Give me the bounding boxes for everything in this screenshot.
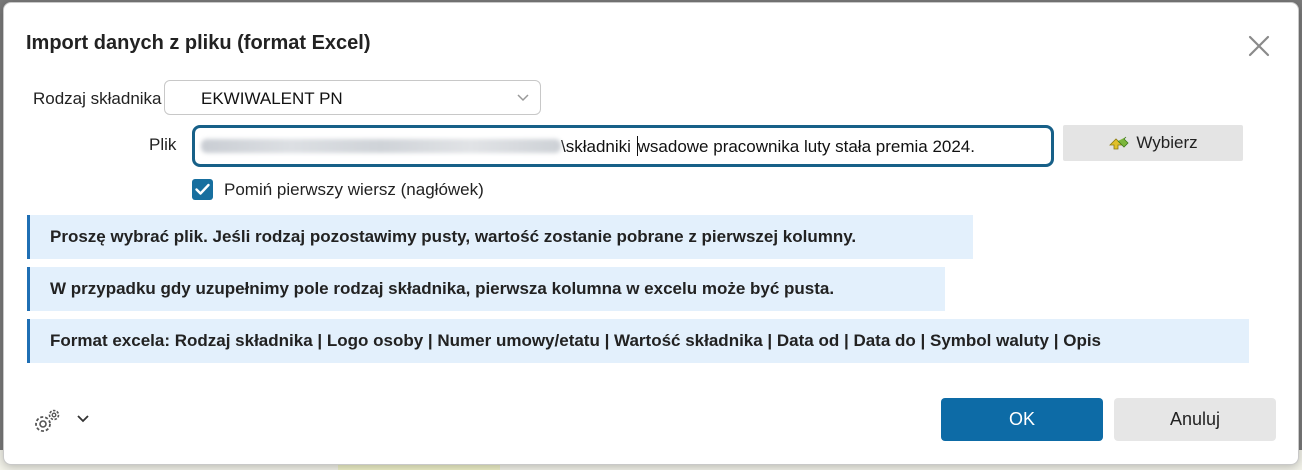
cancel-button[interactable]: Anuluj xyxy=(1114,398,1276,441)
chevron-down-icon[interactable] xyxy=(76,413,90,423)
info-message: Proszę wybrać plik. Jeśli rodzaj pozosta… xyxy=(27,215,973,259)
select-file-button[interactable]: Wybierz xyxy=(1063,125,1243,161)
file-path-rest: wsadowe pracownika luty stała premia 202… xyxy=(637,137,975,156)
skip-header-checkbox[interactable] xyxy=(192,179,213,200)
checkmark-icon xyxy=(195,183,210,195)
skip-header-label: Pomiń pierwszy wiersz (nagłówek) xyxy=(224,180,484,199)
import-dialog: Import danych z pliku (format Excel) Rod… xyxy=(3,2,1299,465)
info-message: Format excela: Rodzaj składnika | Logo o… xyxy=(27,319,1249,363)
file-label: Plik xyxy=(149,135,177,154)
redacted-path xyxy=(201,139,561,153)
dialog-title: Import danych z pliku (format Excel) xyxy=(26,32,371,54)
chevron-down-icon xyxy=(517,94,529,102)
select-file-icon xyxy=(1109,136,1129,150)
info-message: W przypadku gdy uzupełnimy pole rodzaj s… xyxy=(27,267,945,311)
gear-icon[interactable] xyxy=(31,407,63,437)
type-select[interactable]: EKWIWALENT PN xyxy=(164,80,541,115)
select-file-label: Wybierz xyxy=(1136,133,1198,152)
ok-button[interactable]: OK xyxy=(941,398,1103,441)
type-label: Rodzaj składnika xyxy=(33,89,162,108)
type-select-value: EKWIWALENT PN xyxy=(201,89,343,108)
file-path-visible: \składniki xyxy=(561,137,636,156)
file-path-input[interactable]: \składniki wsadowe pracownika luty stała… xyxy=(192,125,1054,167)
close-icon[interactable] xyxy=(1244,31,1274,61)
